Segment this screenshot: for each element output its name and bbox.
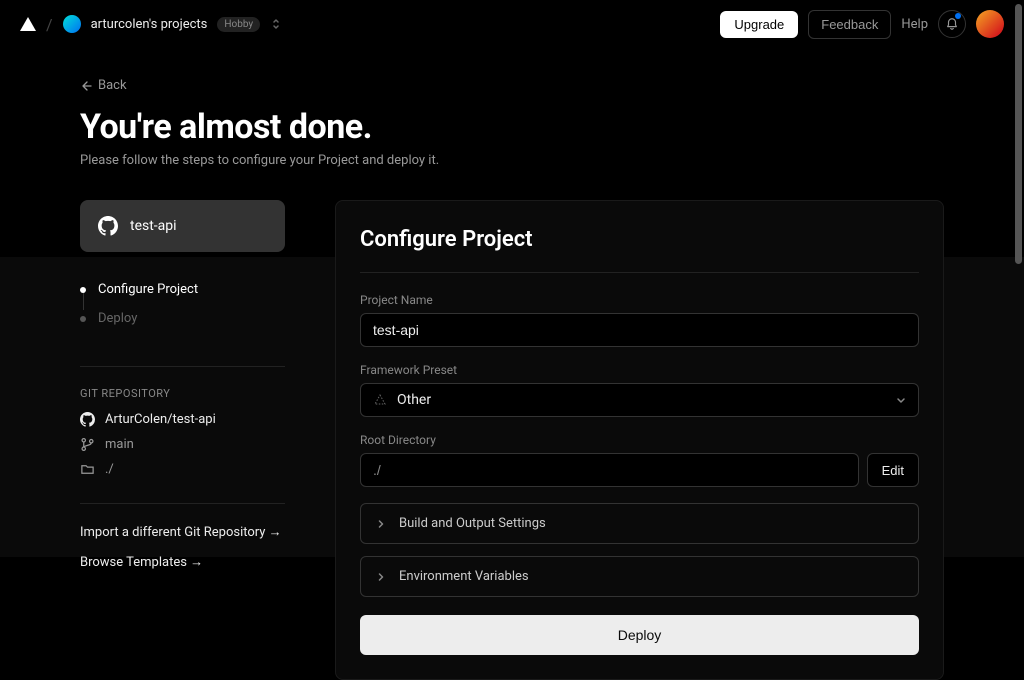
notification-dot-icon xyxy=(955,13,961,19)
git-repo-name: ArturColen/test-api xyxy=(105,412,216,427)
build-output-settings-label: Build and Output Settings xyxy=(399,516,546,531)
folder-icon xyxy=(80,462,95,477)
team-avatar-icon[interactable] xyxy=(63,15,81,33)
notifications-button[interactable] xyxy=(938,10,966,38)
branch-icon xyxy=(80,437,95,452)
github-icon xyxy=(80,412,95,427)
chevron-right-icon xyxy=(375,518,387,530)
browse-templates-link[interactable]: Browse Templates → xyxy=(80,554,285,570)
build-output-settings-accordion[interactable]: Build and Output Settings xyxy=(360,503,919,544)
import-different-repo-link[interactable]: Import a different Git Repository → xyxy=(80,524,285,540)
help-link[interactable]: Help xyxy=(901,17,928,32)
team-switcher-icon[interactable] xyxy=(270,17,282,31)
upgrade-button[interactable]: Upgrade xyxy=(720,11,798,38)
git-root-row: ./ xyxy=(80,462,285,477)
back-label: Back xyxy=(98,78,127,93)
sidebar-divider xyxy=(80,366,285,367)
root-directory-label: Root Directory xyxy=(360,433,919,447)
import-different-label: Import a different Git Repository → xyxy=(80,524,282,540)
browse-templates-label: Browse Templates → xyxy=(80,554,203,570)
chevron-right-icon xyxy=(375,571,387,583)
git-branch-name: main xyxy=(105,437,134,452)
breadcrumb-slash: / xyxy=(46,15,53,34)
page-subtitle: Please follow the steps to configure you… xyxy=(80,153,944,168)
edit-root-directory-button[interactable]: Edit xyxy=(867,453,919,487)
project-name-label: Project Name xyxy=(360,293,919,307)
step-deploy: Deploy xyxy=(80,311,285,340)
framework-preset-select[interactable]: Other xyxy=(360,383,919,417)
arrow-left-icon xyxy=(80,80,92,92)
environment-variables-accordion[interactable]: Environment Variables xyxy=(360,556,919,597)
configure-title: Configure Project xyxy=(360,227,919,273)
environment-variables-label: Environment Variables xyxy=(399,569,529,584)
framework-other-icon xyxy=(373,393,387,407)
step-deploy-label: Deploy xyxy=(98,311,137,326)
project-name-input[interactable] xyxy=(360,313,919,347)
git-branch-row: main xyxy=(80,437,285,452)
github-icon xyxy=(98,216,118,236)
framework-preset-label: Framework Preset xyxy=(360,363,919,377)
page-title: You're almost done. xyxy=(80,107,944,147)
framework-preset-value: Other xyxy=(397,392,431,408)
sidebar-divider-2 xyxy=(80,503,285,504)
step-configure-label: Configure Project xyxy=(98,282,198,297)
bell-icon xyxy=(945,17,959,31)
team-name[interactable]: arturcolen's projects xyxy=(91,17,208,32)
deploy-button[interactable]: Deploy xyxy=(360,615,919,655)
root-directory-input xyxy=(360,453,859,487)
git-root-path: ./ xyxy=(105,462,114,477)
site-header: / arturcolen's projects Hobby Upgrade Fe… xyxy=(0,0,1024,48)
step-configure: Configure Project xyxy=(80,282,285,311)
git-section-label: GIT REPOSITORY xyxy=(80,387,285,400)
configure-card: Configure Project Project Name Framework… xyxy=(335,200,944,680)
plan-badge: Hobby xyxy=(217,17,260,32)
git-repo-row: ArturColen/test-api xyxy=(80,412,285,427)
repo-card-name: test-api xyxy=(130,218,177,234)
vercel-logo-icon[interactable] xyxy=(20,17,36,31)
back-link[interactable]: Back xyxy=(80,78,944,93)
feedback-button[interactable]: Feedback xyxy=(808,10,891,39)
chevron-down-icon xyxy=(895,394,907,406)
scrollbar-thumb[interactable] xyxy=(1015,4,1022,264)
repo-card: test-api xyxy=(80,200,285,252)
user-avatar[interactable] xyxy=(976,10,1004,38)
